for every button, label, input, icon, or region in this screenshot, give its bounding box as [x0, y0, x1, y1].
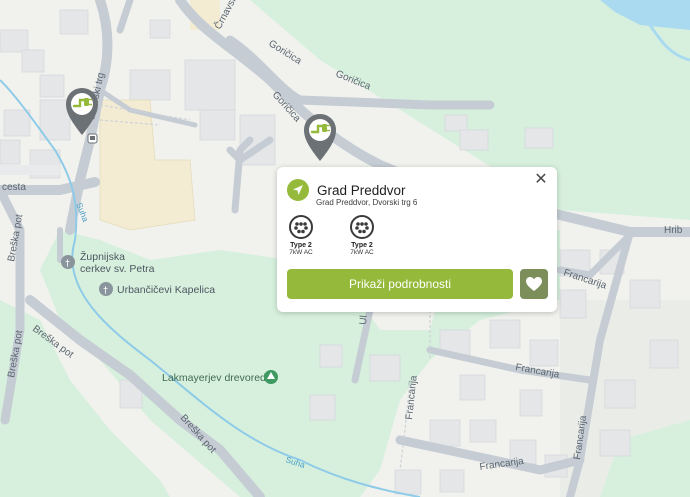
street-label-ulica-partial: Ul	[358, 315, 370, 325]
chapel-poi[interactable]: † Urbančičevi Kapelica	[99, 282, 215, 296]
station-popup: ✕ Grad Preddvor Grad Preddvor, Dvorski t…	[277, 167, 557, 312]
bus-stop-icon[interactable]	[87, 133, 98, 144]
connector-item: Type 2 7kW AC	[281, 215, 321, 256]
street-label-cesta: cesta	[2, 182, 26, 193]
type2-socket-icon	[289, 215, 313, 239]
church-label: Župnijska	[80, 250, 125, 263]
station-title: Grad Preddvor	[317, 182, 406, 198]
favorite-button[interactable]	[520, 269, 548, 299]
connector-power: 7kW AC	[289, 249, 313, 256]
park-poi[interactable]: Lakmayerjev drevored	[162, 370, 278, 384]
connector-power: 7kW AC	[350, 249, 374, 256]
svg-text:†: †	[65, 258, 70, 268]
street-label-hrib: Hrib	[664, 225, 683, 236]
connector-item: Type 2 7kW AC	[342, 215, 382, 256]
connector-type: Type 2	[351, 242, 373, 249]
show-details-button[interactable]: Prikaži podrobnosti	[287, 269, 513, 299]
connector-type: Type 2	[290, 242, 312, 249]
heart-icon	[526, 277, 542, 291]
chapel-label: Urbančičevi Kapelica	[117, 284, 215, 296]
park-label: Lakmayerjev drevored	[162, 372, 266, 384]
svg-text:†: †	[103, 285, 108, 295]
navigation-arrow-icon[interactable]	[287, 179, 309, 201]
station-address: Grad Preddvor, Dvorski trg 6	[316, 198, 418, 207]
church-label: cerkev sv. Petra	[80, 263, 155, 275]
close-icon[interactable]: ✕	[533, 172, 549, 188]
type2-socket-icon	[350, 215, 374, 239]
